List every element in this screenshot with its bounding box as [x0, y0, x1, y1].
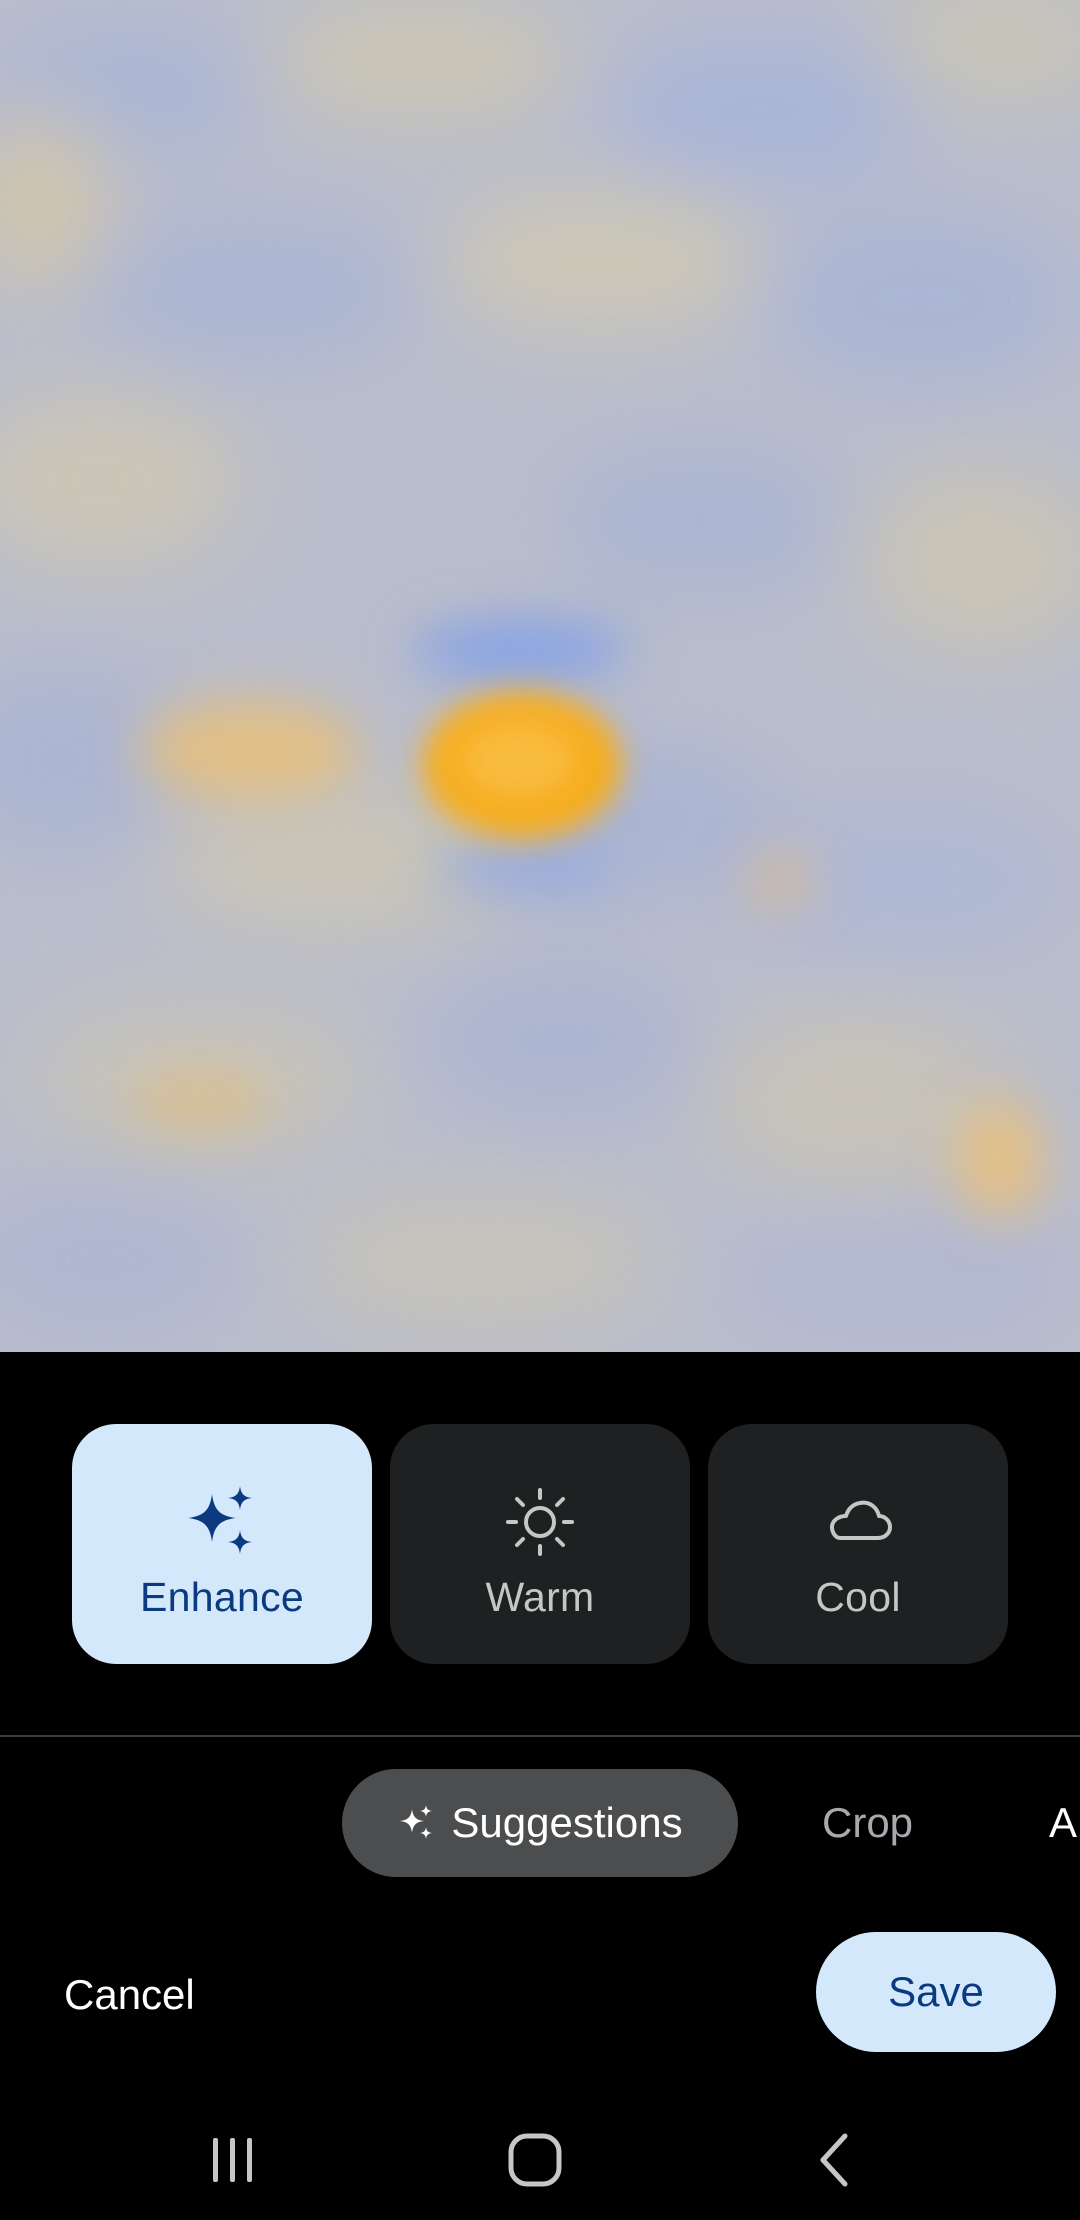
sparkle-icon	[182, 1482, 262, 1562]
back-icon[interactable]	[787, 2120, 887, 2200]
recents-icon[interactable]	[183, 2120, 283, 2200]
warm-label: Warm	[485, 1574, 595, 1620]
enhance-label: Enhance	[140, 1574, 304, 1620]
blurred-photo	[0, 0, 1080, 1352]
warm-card[interactable]: Warm	[390, 1424, 690, 1664]
suggestion-cards: Enhance Warm Cool	[72, 1424, 1008, 1664]
tab-suggestions[interactable]: Suggestions	[342, 1769, 738, 1877]
save-button[interactable]: Save	[816, 1932, 1056, 2052]
divider	[0, 1735, 1080, 1737]
cloud-icon	[818, 1482, 898, 1562]
cool-label: Cool	[815, 1574, 901, 1620]
tab-next-partial[interactable]: A	[1049, 1768, 1077, 1878]
enhance-card[interactable]: Enhance	[72, 1424, 372, 1664]
sparkle-icon	[397, 1803, 437, 1843]
cancel-button[interactable]: Cancel	[64, 1960, 195, 2030]
photo-editor-screen: Enhance Warm Cool Suggestions Crop A Can…	[0, 0, 1080, 2220]
tab-crop[interactable]: Crop	[822, 1768, 913, 1878]
system-nav-bar	[0, 2100, 1080, 2220]
tab-suggestions-label: Suggestions	[451, 1799, 683, 1846]
cool-card[interactable]: Cool	[708, 1424, 1008, 1664]
home-icon[interactable]	[485, 2120, 585, 2200]
photo-preview	[0, 0, 1080, 1352]
tool-tabs: Suggestions Crop A	[0, 1768, 1080, 1878]
sun-icon	[500, 1482, 580, 1562]
